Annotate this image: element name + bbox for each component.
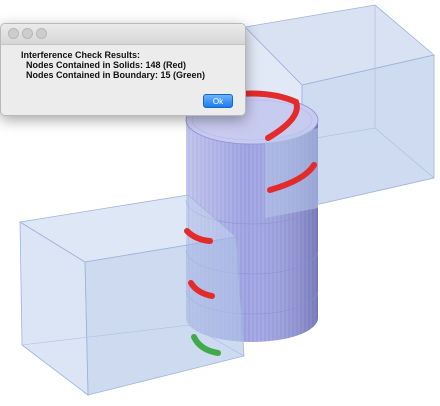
zoom-window-icon[interactable]: [36, 28, 47, 39]
solids-count-line: Nodes Contained in Solids: 148 (Red): [26, 60, 187, 70]
results-heading: Interference Check Results:: [21, 50, 141, 60]
interference-dialog: Interference Check Results: Nodes Contai…: [0, 23, 246, 116]
dialog-message: Interference Check Results: Nodes Contai…: [1, 45, 245, 80]
ok-button[interactable]: Ok: [203, 94, 233, 108]
close-window-icon[interactable]: [8, 28, 19, 39]
minimize-window-icon[interactable]: [22, 28, 33, 39]
boundary-count-line: Nodes Contained in Boundary: 15 (Green): [26, 70, 206, 80]
dialog-titlebar: [1, 24, 245, 45]
